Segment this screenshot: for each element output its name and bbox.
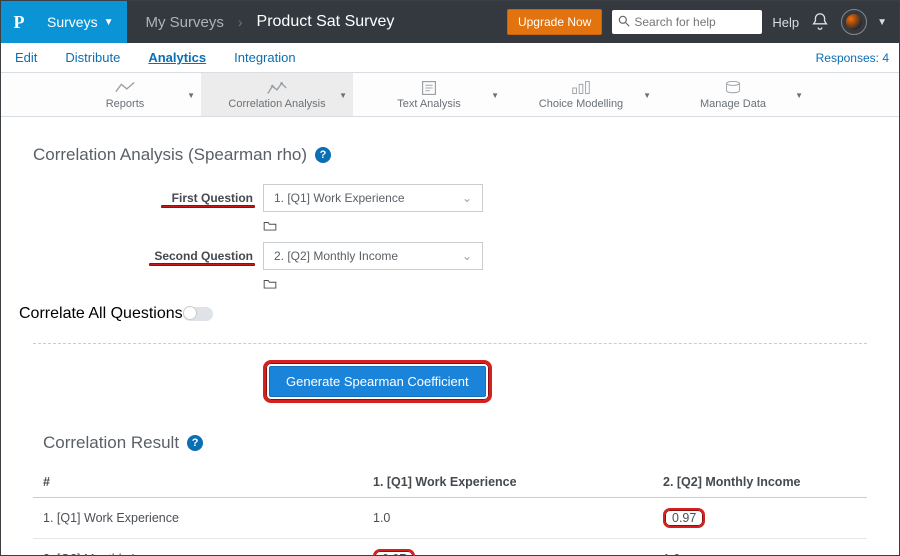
surveys-dropdown[interactable]: Surveys ▼ xyxy=(37,1,127,43)
avatar-inner xyxy=(846,14,862,30)
sub-nav: Edit Distribute Analytics Integration Re… xyxy=(1,43,899,73)
top-bar: P Surveys ▼ My Surveys › Product Sat Sur… xyxy=(1,1,899,43)
generate-button[interactable]: Generate Spearman Coefficient xyxy=(269,366,486,397)
breadcrumb-current: Product Sat Survey xyxy=(257,13,395,31)
main-area: Correlation Analysis (Spearman rho) ? Fi… xyxy=(1,117,899,556)
help-icon[interactable]: ? xyxy=(187,435,203,451)
panel-title-text: Correlation Analysis (Spearman rho) xyxy=(33,145,307,165)
first-question-select[interactable]: 1. [Q1] Work Experience ⌄ xyxy=(263,184,483,212)
chevron-right-icon: › xyxy=(238,14,243,30)
tool-choice-label: Choice Modelling xyxy=(539,98,623,110)
surveys-label: Surveys xyxy=(47,14,98,30)
tool-manage-data[interactable]: Manage Data ▼ xyxy=(657,73,809,116)
cell: 0.97 xyxy=(653,498,867,539)
cell: 1.0 xyxy=(363,498,653,539)
tool-choice[interactable]: Choice Modelling ▼ xyxy=(505,73,657,116)
first-question-row: First Question 1. [Q1] Work Experience ⌄ xyxy=(19,183,881,213)
text-analysis-icon xyxy=(418,80,440,96)
brand-logo[interactable]: P xyxy=(1,1,37,43)
highlight-underline xyxy=(161,205,255,208)
highlight-pill: 0.97 xyxy=(373,549,415,556)
cell: 0.97 xyxy=(363,539,653,556)
tool-reports-label: Reports xyxy=(106,98,145,110)
first-question-label: First Question xyxy=(19,191,263,205)
highlight-pill: 0.97 xyxy=(663,508,705,528)
caret-down-icon: ▼ xyxy=(187,91,195,100)
avatar[interactable] xyxy=(841,9,867,35)
correlate-all-row: Correlate All Questions xyxy=(19,299,881,329)
second-question-label: Second Question xyxy=(19,249,263,263)
analytics-toolbar: Reports ▼ Correlation Analysis ▼ Text An… xyxy=(1,73,899,117)
reports-icon xyxy=(114,80,136,96)
caret-down-icon: ▼ xyxy=(795,91,803,100)
panel-title: Correlation Analysis (Spearman rho) ? xyxy=(19,139,881,183)
search-wrap xyxy=(612,10,762,34)
tool-reports[interactable]: Reports ▼ xyxy=(49,73,201,116)
tool-text-label: Text Analysis xyxy=(397,98,461,110)
row-label: 1. [Q1] Work Experience xyxy=(33,498,363,539)
logo-letter: P xyxy=(14,12,25,33)
account-caret-icon[interactable]: ▼ xyxy=(877,17,887,28)
correlation-icon xyxy=(266,80,288,96)
separator xyxy=(33,343,867,344)
second-question-row: Second Question 2. [Q2] Monthly Income ⌄ xyxy=(19,241,881,271)
cell: 1.0 xyxy=(653,539,867,556)
result-title-text: Correlation Result xyxy=(43,433,179,453)
subnav-edit[interactable]: Edit xyxy=(1,43,51,72)
tool-correlation-label: Correlation Analysis xyxy=(228,98,325,110)
caret-down-icon: ▼ xyxy=(104,17,114,28)
breadcrumb: My Surveys › Product Sat Survey xyxy=(145,13,394,31)
col-1: 1. [Q1] Work Experience xyxy=(363,467,653,498)
toggle-knob xyxy=(183,306,197,320)
table-header-row: # 1. [Q1] Work Experience 2. [Q2] Monthl… xyxy=(33,467,867,498)
chevron-down-icon: ⌄ xyxy=(462,191,472,205)
help-icon[interactable]: ? xyxy=(315,147,331,163)
folder-icon[interactable] xyxy=(263,220,277,232)
correlation-table: # 1. [Q1] Work Experience 2. [Q2] Monthl… xyxy=(33,467,867,556)
tool-manage-label: Manage Data xyxy=(700,98,766,110)
first-question-value: 1. [Q1] Work Experience xyxy=(274,191,405,205)
database-icon xyxy=(722,80,744,96)
search-icon xyxy=(617,14,631,28)
second-question-select[interactable]: 2. [Q2] Monthly Income ⌄ xyxy=(263,242,483,270)
col-2: 2. [Q2] Monthly Income xyxy=(653,467,867,498)
search-input[interactable] xyxy=(612,10,762,34)
choice-icon xyxy=(570,80,592,96)
chevron-down-icon: ⌄ xyxy=(462,249,472,263)
subnav-integration[interactable]: Integration xyxy=(220,43,309,72)
col-hash: # xyxy=(33,467,363,498)
tool-correlation[interactable]: Correlation Analysis ▼ xyxy=(201,73,353,116)
breadcrumb-root[interactable]: My Surveys xyxy=(145,14,223,31)
row-label: 2. [Q2] Monthly Income xyxy=(33,539,363,556)
caret-down-icon: ▼ xyxy=(339,91,347,100)
correlate-all-label: Correlate All Questions xyxy=(19,305,183,323)
subnav-distribute[interactable]: Distribute xyxy=(51,43,134,72)
subnav-analytics[interactable]: Analytics xyxy=(134,43,220,72)
table-row: 2. [Q2] Monthly Income 0.97 1.0 xyxy=(33,539,867,556)
caret-down-icon: ▼ xyxy=(491,91,499,100)
responses-count[interactable]: Responses: 4 xyxy=(816,43,899,72)
result-title: Correlation Result ? xyxy=(19,403,881,467)
caret-down-icon: ▼ xyxy=(643,91,651,100)
highlight-underline xyxy=(149,263,255,266)
table-row: 1. [Q1] Work Experience 1.0 0.97 xyxy=(33,498,867,539)
folder-icon[interactable] xyxy=(263,278,277,290)
upgrade-button[interactable]: Upgrade Now xyxy=(507,9,602,35)
correlate-all-toggle[interactable] xyxy=(183,307,213,321)
second-question-value: 2. [Q2] Monthly Income xyxy=(274,249,398,263)
highlight-box: Generate Spearman Coefficient xyxy=(263,360,492,403)
bell-icon[interactable] xyxy=(809,11,831,33)
tool-text[interactable]: Text Analysis ▼ xyxy=(353,73,505,116)
help-link[interactable]: Help xyxy=(772,15,799,30)
